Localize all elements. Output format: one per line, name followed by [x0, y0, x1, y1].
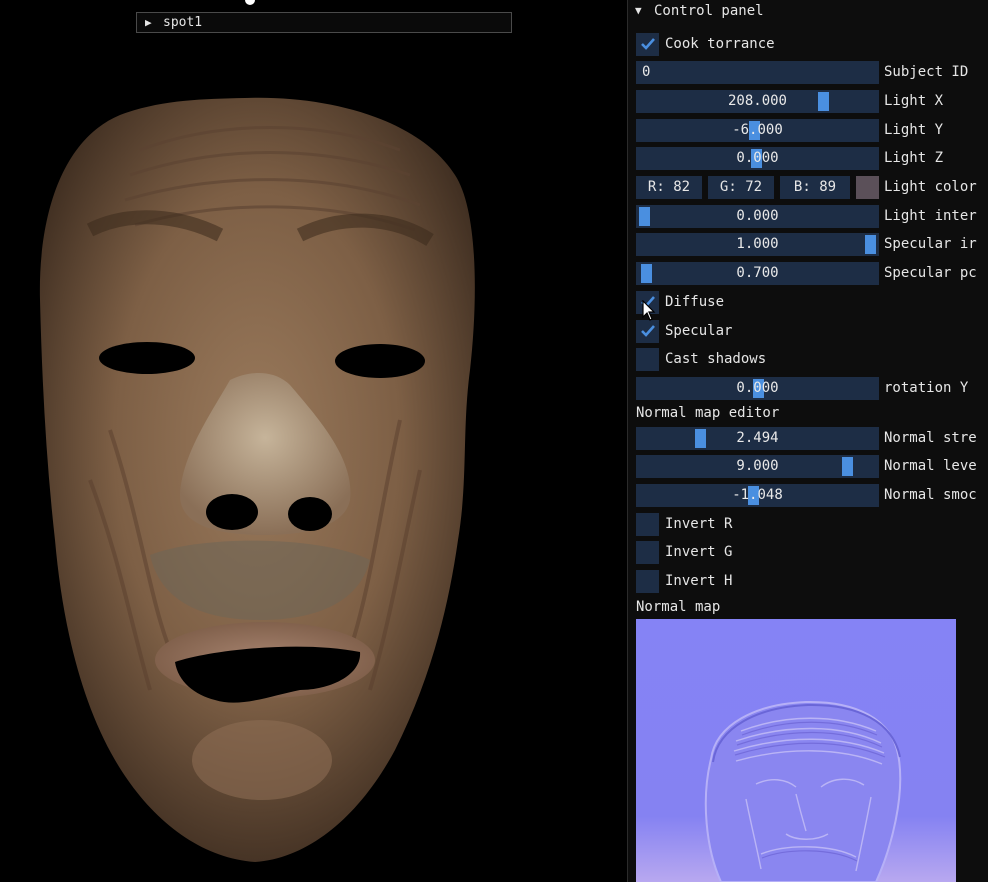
specular-intensity-label: Specular ir: [884, 236, 977, 252]
light-y-label: Light Y: [884, 122, 944, 138]
invert-r-checkbox[interactable]: [636, 513, 659, 536]
specular-label: Specular: [665, 323, 733, 339]
specular-power-value: 0.700: [736, 265, 779, 281]
light-intensity-label: Light inter: [884, 208, 977, 224]
invert-h-checkbox[interactable]: [636, 570, 659, 593]
normal-level-row: 9.000 Normal leve: [636, 455, 988, 478]
light-x-label: Light X: [884, 93, 944, 109]
normal-smooth-value: -1.048: [732, 487, 783, 503]
diffuse-row: Diffuse: [636, 291, 988, 314]
invert-h-label: Invert H: [665, 573, 733, 589]
normal-level-grab[interactable]: [842, 457, 853, 476]
panel-header[interactable]: ▼ Control panel: [628, 0, 988, 22]
diffuse-label: Diffuse: [665, 294, 725, 310]
light-z-slider[interactable]: 0.000: [636, 147, 879, 170]
light-z-value: 0.000: [736, 150, 779, 166]
cast-shadows-label: Cast shadows: [665, 351, 767, 367]
light-color-r-input[interactable]: R: 82: [636, 176, 702, 199]
rotation-y-row: 0.000 rotation Y: [636, 377, 988, 400]
scene-node-spot1[interactable]: ▶ spot1: [136, 12, 512, 33]
invert-g-checkbox[interactable]: [636, 541, 659, 564]
invert-r-row: Invert R: [636, 513, 988, 536]
normal-map-editor-heading: Normal map editor: [636, 405, 780, 421]
specular-power-label: Specular pc: [884, 265, 977, 281]
light-x-slider[interactable]: 208.000: [636, 90, 879, 113]
invert-r-label: Invert R: [665, 516, 733, 532]
light-y-value: -6.000: [732, 122, 783, 138]
light-color-swatch[interactable]: [856, 176, 879, 199]
light-y-slider[interactable]: -6.000: [636, 119, 879, 142]
normal-strength-label: Normal stre: [884, 430, 977, 446]
light-intensity-value: 0.000: [736, 208, 779, 224]
light-z-label: Light Z: [884, 150, 944, 166]
invert-g-row: Invert G: [636, 541, 988, 564]
light-color-g-input[interactable]: G: 72: [708, 176, 774, 199]
light-x-grab[interactable]: [818, 92, 829, 111]
normal-smooth-label: Normal smoc: [884, 487, 977, 503]
subject-id-value: 0: [642, 64, 651, 80]
normal-smooth-slider[interactable]: -1.048: [636, 484, 879, 507]
light-color-label: Light color: [884, 179, 977, 195]
light-y-row: -6.000 Light Y: [636, 119, 988, 142]
node-label: spot1: [163, 15, 203, 30]
cook-torrance-row: Cook torrance: [636, 33, 988, 56]
subject-id-row: 0 Subject ID: [636, 61, 988, 84]
eye-left: [99, 342, 195, 374]
specular-power-row: 0.700 Specular pc: [636, 262, 988, 285]
checkmark-icon: [641, 38, 655, 50]
normal-map-preview: [636, 619, 956, 882]
normal-level-slider[interactable]: 9.000: [636, 455, 879, 478]
face-render: [39, 97, 475, 863]
rotation-y-label: rotation Y: [884, 380, 969, 396]
mouse-cursor-icon: [642, 300, 656, 321]
specular-row: Specular: [636, 320, 988, 343]
light-intensity-slider[interactable]: 0.000: [636, 205, 879, 228]
light-x-row: 208.000 Light X: [636, 90, 988, 113]
specular-intensity-grab[interactable]: [865, 235, 876, 254]
normal-strength-row: 2.494 Normal stre: [636, 427, 988, 450]
light-z-row: 0.000 Light Z: [636, 147, 988, 170]
checkmark-icon: [641, 325, 655, 337]
cast-shadows-row: Cast shadows: [636, 348, 988, 371]
rotation-y-slider[interactable]: 0.000: [636, 377, 879, 400]
light-intensity-row: 0.000 Light inter: [636, 205, 988, 228]
light-color-row: R: 82 G: 72 B: 89 Light color: [636, 176, 988, 199]
cook-torrance-label: Cook torrance: [665, 36, 775, 52]
specular-intensity-row: 1.000 Specular ir: [636, 233, 988, 256]
rotation-y-value: 0.000: [736, 380, 779, 396]
control-panel: ▼ Control panel Cook torrance 0 Subject …: [627, 0, 988, 882]
light-x-value: 208.000: [727, 93, 787, 109]
specular-checkbox[interactable]: [636, 320, 659, 343]
normal-strength-slider[interactable]: 2.494: [636, 427, 879, 450]
normal-map-heading: Normal map: [636, 599, 721, 615]
cast-shadows-checkbox[interactable]: [636, 348, 659, 371]
specular-power-slider[interactable]: 0.700: [636, 262, 879, 285]
normal-strength-value: 2.494: [736, 430, 779, 446]
invert-h-row: Invert H: [636, 570, 988, 593]
invert-g-label: Invert G: [665, 544, 733, 560]
eye-right: [335, 344, 425, 378]
subject-id-label: Subject ID: [884, 64, 969, 80]
3d-viewport[interactable]: ▶ spot1: [0, 0, 627, 882]
collapse-arrow-icon[interactable]: ▼: [635, 0, 642, 22]
light-color-b-input[interactable]: B: 89: [780, 176, 850, 199]
cook-torrance-checkbox[interactable]: [636, 33, 659, 56]
normal-smooth-row: -1.048 Normal smoc: [636, 484, 988, 507]
normal-level-label: Normal leve: [884, 458, 977, 474]
specular-intensity-value: 1.000: [736, 236, 779, 252]
panel-title: Control panel: [654, 3, 764, 19]
subject-id-input[interactable]: 0: [636, 61, 879, 84]
specular-intensity-slider[interactable]: 1.000: [636, 233, 879, 256]
expand-arrow-icon[interactable]: ▶: [145, 13, 152, 32]
